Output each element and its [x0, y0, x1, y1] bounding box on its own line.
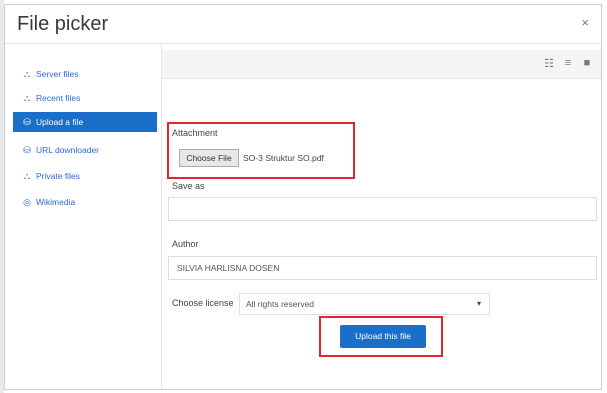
sidebar-item-label: Recent files: [36, 93, 81, 103]
upload-button-highlight-box: [319, 316, 443, 357]
sidebar-item-label: Wikimedia: [36, 197, 76, 207]
author-field[interactable]: SILVIA HARLISNA DOSEN: [168, 256, 597, 280]
dialog-header: File picker ×: [5, 5, 601, 44]
sidebar-item-server-files[interactable]: ⛬ Server files: [13, 64, 157, 84]
dialog-title: File picker: [17, 13, 109, 35]
chevron-down-icon: ▾: [476, 299, 481, 308]
list-view-icon[interactable]: ≡: [562, 57, 574, 70]
license-selected-value: All rights reserved: [246, 299, 315, 309]
close-icon[interactable]: ×: [581, 15, 589, 30]
view-toolbar: ☷ ≡ ■: [162, 50, 601, 79]
sidebar-item-wikimedia[interactable]: ◎ Wikimedia: [13, 192, 157, 212]
tree-view-icon[interactable]: ■: [581, 57, 593, 70]
sidebar-item-private-files[interactable]: ⛬ Private files: [13, 166, 157, 186]
attachment-highlight-box: [167, 122, 355, 179]
sidebar-item-label: Private files: [36, 171, 80, 181]
save-as-label: Save as: [172, 181, 205, 191]
sidebar-item-label: Upload a file: [36, 117, 84, 127]
private-files-icon: ⛬: [23, 170, 31, 181]
upload-icon: ⛁: [23, 116, 31, 127]
license-label: Choose license: [172, 298, 234, 308]
wikimedia-icon: ◎: [23, 196, 31, 207]
url-downloader-icon: ⛁: [23, 144, 31, 155]
view-switcher: ☷ ≡ ■: [543, 57, 593, 70]
license-select[interactable]: All rights reserved ▾: [239, 293, 490, 315]
repository-sidebar: ⛬ Server files ⛬ Recent files ⛁ Upload a…: [5, 44, 162, 389]
sidebar-item-recent-files[interactable]: ⛬ Recent files: [13, 88, 157, 108]
author-label: Author: [172, 239, 199, 249]
server-files-icon: ⛬: [23, 68, 31, 79]
save-as-field[interactable]: [168, 197, 597, 221]
sidebar-item-url-downloader[interactable]: ⛁ URL downloader: [13, 140, 157, 160]
sidebar-item-upload-a-file[interactable]: ⛁ Upload a file: [13, 112, 157, 132]
icon-view-icon[interactable]: ☷: [543, 57, 555, 70]
recent-files-icon: ⛬: [23, 92, 31, 103]
sidebar-item-label: URL downloader: [36, 145, 99, 155]
sidebar-item-label: Server files: [36, 69, 79, 79]
